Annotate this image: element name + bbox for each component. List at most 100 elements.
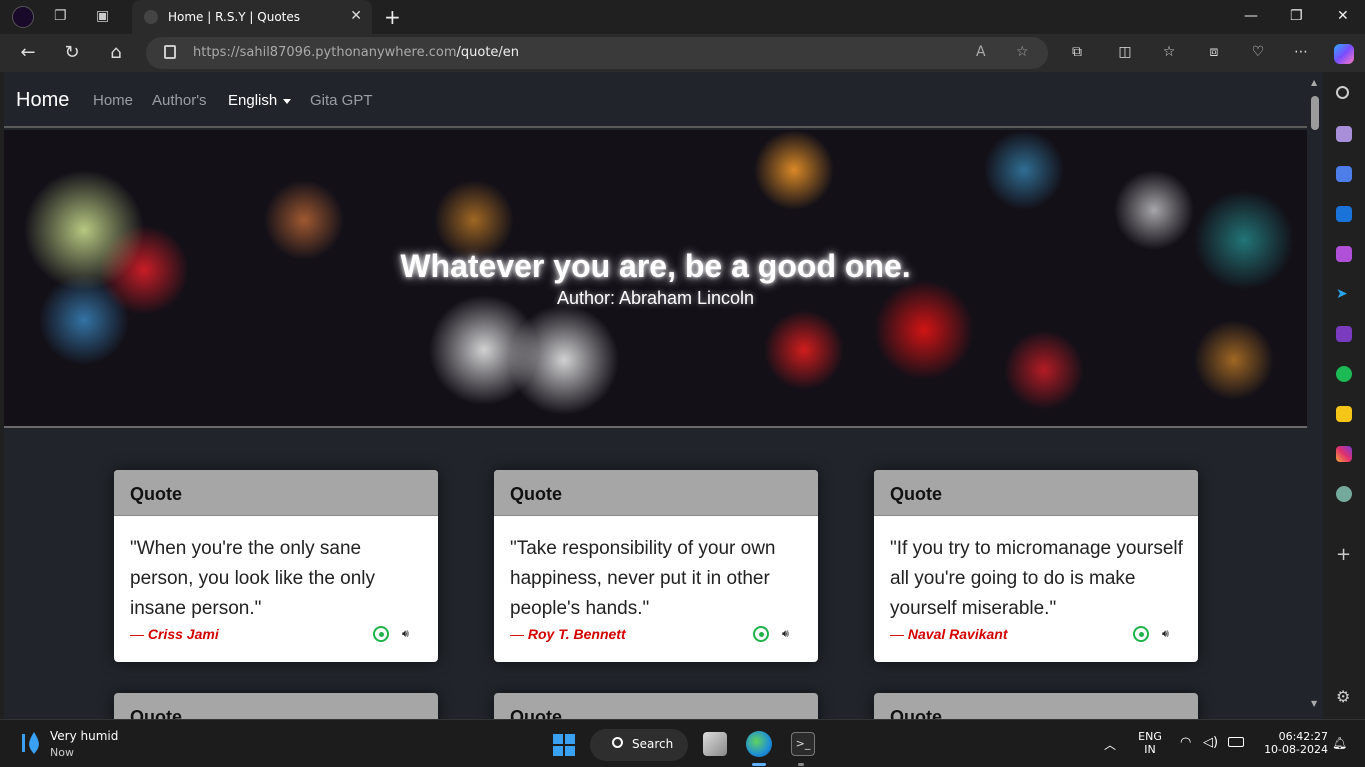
chevron-up-icon[interactable]: ︿ bbox=[1104, 736, 1116, 753]
whatsapp-icon[interactable] bbox=[1133, 626, 1149, 642]
weather-title[interactable]: Very humid bbox=[50, 729, 118, 743]
running-app-indicator bbox=[798, 763, 804, 766]
back-icon[interactable]: ← bbox=[17, 42, 39, 63]
author-dash: — bbox=[510, 626, 524, 642]
speaker-icon[interactable]: 🔊︎ bbox=[782, 627, 789, 641]
nav-gita-gpt[interactable]: Gita GPT bbox=[310, 92, 373, 109]
whatsapp-icon[interactable] bbox=[373, 626, 389, 642]
url-path: /quote/en bbox=[456, 45, 520, 60]
card-header: Quote bbox=[874, 470, 1198, 516]
home-icon[interactable]: ⌂ bbox=[105, 42, 127, 63]
search-icon bbox=[612, 737, 623, 748]
split-screen-icon[interactable]: ◫ bbox=[1116, 44, 1134, 62]
chatgpt-sidebar-icon[interactable] bbox=[1336, 486, 1352, 502]
speaker-icon[interactable]: 🔊︎ bbox=[1162, 627, 1169, 641]
url-text[interactable]: https://sahil87096.pythonanywhere.com/qu… bbox=[193, 45, 519, 60]
close-window-icon[interactable]: ✕ bbox=[1337, 8, 1349, 24]
hero-author: Author: Abraham Lincoln bbox=[556, 288, 755, 308]
copilot-sidebar-icon[interactable] bbox=[1336, 166, 1352, 182]
close-tab-icon[interactable]: ✕ bbox=[350, 8, 362, 24]
tools-sidebar-icon[interactable] bbox=[1336, 126, 1352, 142]
favorites-icon[interactable]: ☆ bbox=[1160, 44, 1178, 62]
terminal-icon[interactable]: >_ bbox=[791, 732, 815, 756]
region-code: IN bbox=[1144, 743, 1156, 756]
designer-sidebar-icon[interactable] bbox=[1336, 246, 1352, 262]
favorite-icon[interactable]: ☆ bbox=[1016, 44, 1029, 60]
file-explorer-icon[interactable] bbox=[703, 732, 727, 756]
outlook-sidebar-icon[interactable] bbox=[1336, 206, 1352, 222]
whatsapp-icon[interactable] bbox=[753, 626, 769, 642]
hero-quote: Whatever you are, be a good one. bbox=[400, 248, 911, 284]
extensions-icon[interactable]: ⧉ bbox=[1068, 44, 1086, 62]
browser-essentials-icon[interactable]: ♡ bbox=[1249, 44, 1267, 62]
read-aloud-icon[interactable]: A bbox=[976, 44, 986, 60]
wifi-icon[interactable]: ◠ bbox=[1180, 735, 1191, 750]
browser-toolbar: ← ↻ ⌂ https://sahil87096.pythonanywhere.… bbox=[0, 34, 1365, 72]
author-name: Naval Ravikant bbox=[907, 626, 1008, 642]
volume-icon[interactable]: ◁) bbox=[1203, 735, 1218, 750]
author-name: Roy T. Bennett bbox=[527, 626, 626, 642]
card-quote-text: "Take responsibility of your own happine… bbox=[510, 538, 776, 619]
games-sidebar-icon[interactable] bbox=[1336, 406, 1352, 422]
taskbar-search[interactable]: Search bbox=[590, 729, 688, 761]
card-header: Quote bbox=[114, 470, 438, 516]
lock-icon[interactable] bbox=[164, 45, 176, 59]
address-bar[interactable]: https://sahil87096.pythonanywhere.com/qu… bbox=[146, 37, 1048, 69]
card-quote-text: "When you're the only sane person, you l… bbox=[130, 538, 376, 619]
settings-sidebar-icon[interactable]: ⚙ bbox=[1336, 689, 1352, 706]
card-header-title: Quote bbox=[130, 707, 182, 719]
edge-browser-icon[interactable] bbox=[746, 731, 772, 757]
copilot-icon[interactable] bbox=[1334, 44, 1354, 64]
scrollbar-thumb[interactable] bbox=[1311, 96, 1319, 130]
onenote-sidebar-icon[interactable] bbox=[1336, 326, 1352, 342]
site-brand[interactable]: Home bbox=[16, 89, 69, 112]
minimize-icon[interactable]: — bbox=[1244, 8, 1258, 24]
clock-date: 10-08-2024 bbox=[1264, 743, 1328, 756]
nav-language-label: English bbox=[228, 92, 278, 109]
add-sidebar-icon[interactable]: + bbox=[1336, 546, 1352, 564]
weather-icon[interactable] bbox=[22, 730, 42, 756]
refresh-icon[interactable]: ↻ bbox=[61, 42, 83, 63]
scroll-down-icon[interactable]: ▼ bbox=[1311, 699, 1317, 708]
collections-icon[interactable]: ⧈ bbox=[1205, 44, 1223, 62]
new-tab-icon[interactable]: + bbox=[384, 5, 401, 29]
tab-home[interactable]: Home | R.S.Y | Quotes ✕ bbox=[132, 0, 372, 34]
browser-titlebar: ❐ ▣ Home | R.S.Y | Quotes ✕ + — ❐ ✕ bbox=[0, 0, 1365, 34]
speaker-icon[interactable]: 🔊︎ bbox=[402, 627, 409, 641]
telegram-sidebar-icon[interactable]: ➤ bbox=[1336, 286, 1352, 302]
card-quote-text: "If you try to micromanage yourself all … bbox=[890, 538, 1183, 619]
weather-subtitle: Now bbox=[50, 746, 74, 759]
clock-time: 06:42:27 bbox=[1278, 730, 1328, 743]
card-header: Quote bbox=[494, 470, 818, 516]
card-author: — Roy T. Bennett bbox=[510, 626, 626, 642]
quote-card-partial: Quote bbox=[494, 693, 818, 719]
tab-favicon-icon bbox=[144, 10, 158, 24]
scroll-up-icon[interactable]: ▲ bbox=[1311, 78, 1317, 87]
caret-down-icon bbox=[283, 98, 292, 104]
more-icon[interactable]: ⋯ bbox=[1292, 44, 1310, 62]
nav-language-dropdown[interactable]: English bbox=[228, 92, 292, 109]
taskbar-search-label: Search bbox=[632, 737, 674, 751]
spotify-sidebar-icon[interactable] bbox=[1336, 366, 1352, 382]
search-sidebar-icon[interactable] bbox=[1336, 86, 1349, 99]
instagram-sidebar-icon[interactable] bbox=[1336, 446, 1352, 462]
notification-icon[interactable]: 🔔︎ bbox=[1332, 736, 1347, 750]
clock[interactable]: 06:42:27 10-08-2024 bbox=[1258, 730, 1328, 756]
author-dash: — bbox=[130, 626, 144, 642]
maximize-icon[interactable]: ❐ bbox=[1290, 8, 1303, 24]
tab-actions-icon[interactable]: ▣ bbox=[96, 8, 114, 26]
quote-card: Quote "Take responsibility of your own h… bbox=[494, 470, 818, 662]
nav-home[interactable]: Home bbox=[93, 92, 133, 109]
page-viewport: Home Home Author's English Gita GPT What… bbox=[4, 72, 1307, 719]
battery-icon[interactable] bbox=[1228, 737, 1244, 747]
card-header-title: Quote bbox=[130, 484, 182, 504]
hero-banner: Whatever you are, be a good one. Author:… bbox=[4, 130, 1307, 428]
page-scrollbar[interactable]: ▲ ▼ bbox=[1307, 72, 1323, 719]
card-author: — Naval Ravikant bbox=[890, 626, 1008, 642]
workspaces-icon[interactable]: ❐ bbox=[54, 8, 72, 26]
profile-icon[interactable] bbox=[12, 6, 34, 28]
windows-icon[interactable] bbox=[553, 734, 575, 756]
nav-authors[interactable]: Author's bbox=[152, 92, 207, 109]
site-navbar: Home Home Author's English Gita GPT bbox=[4, 72, 1307, 128]
language-indicator[interactable]: ENG IN bbox=[1135, 730, 1165, 756]
